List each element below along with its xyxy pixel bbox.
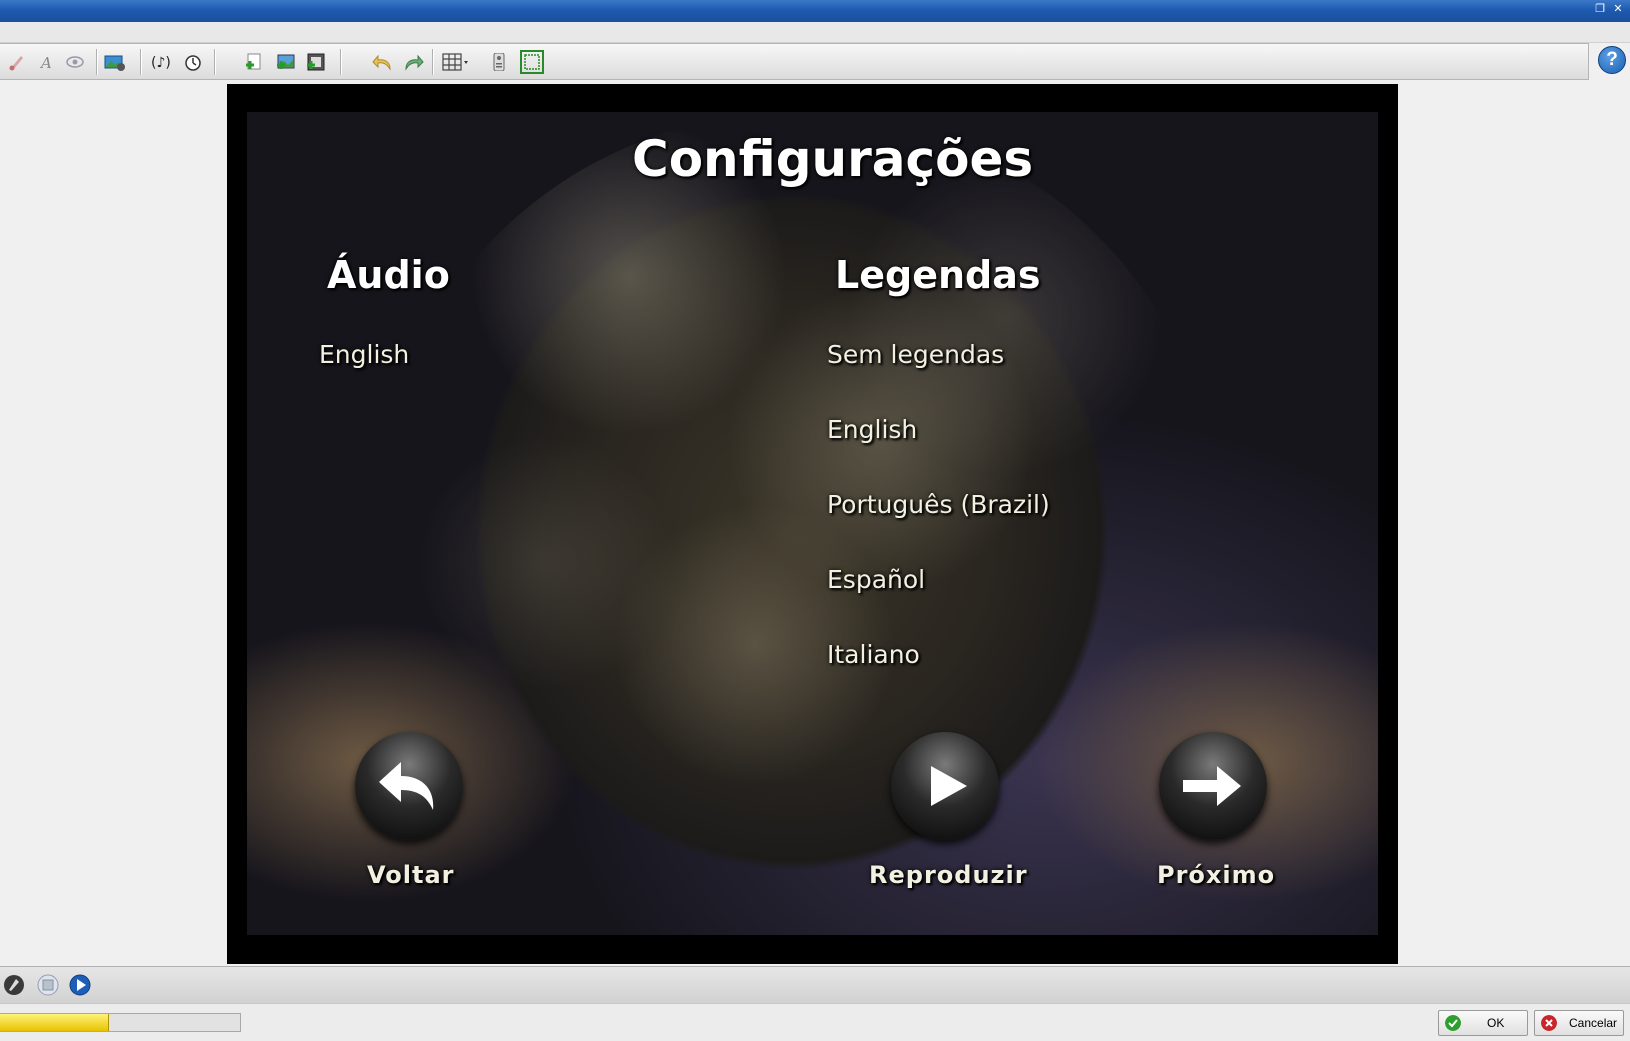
cancel-x-icon <box>1541 1015 1557 1031</box>
status-bar: OK Cancelar <box>0 1003 1630 1041</box>
playback-controls-bar <box>0 966 1630 1003</box>
check-icon <box>1445 1015 1461 1031</box>
add-image-icon[interactable] <box>275 53 297 71</box>
eye-icon[interactable] <box>66 53 84 71</box>
play-button[interactable] <box>891 732 999 840</box>
back-arrow-icon <box>379 762 434 810</box>
remote-icon[interactable] <box>492 53 506 71</box>
progress-bar <box>0 1013 241 1032</box>
menu-background-image: Configurações Áudio Legendas English Sem… <box>247 112 1378 935</box>
play-icon <box>931 766 967 806</box>
grid-icon[interactable] <box>442 53 470 71</box>
subtitle-option-italian[interactable]: Italiano <box>827 640 920 669</box>
play-button-label: Reproduzir <box>869 861 1028 889</box>
cancel-button[interactable]: Cancelar <box>1534 1010 1624 1036</box>
timer-icon[interactable] <box>182 53 204 71</box>
menu-strip <box>0 22 1630 43</box>
progress-fill <box>0 1014 109 1031</box>
subtitle-option-none[interactable]: Sem legendas <box>827 340 1004 369</box>
safe-area-icon[interactable] <box>520 50 544 74</box>
back-button[interactable] <box>355 732 463 840</box>
subtitle-option-english[interactable]: English <box>827 415 917 444</box>
ok-label: OK <box>1487 1016 1505 1030</box>
undo-icon[interactable] <box>372 53 394 71</box>
next-button-label: Próximo <box>1157 861 1276 889</box>
audio-option-english[interactable]: English <box>319 340 409 369</box>
audio-icon[interactable]: (♪) <box>150 53 174 71</box>
subtitles-heading: Legendas <box>835 253 1041 297</box>
play-preview-icon[interactable] <box>68 973 92 997</box>
menu-preview-canvas: Configurações Áudio Legendas English Sem… <box>227 84 1398 964</box>
subtitle-option-portuguese[interactable]: Português (Brazil) <box>827 490 1050 519</box>
earth-globe-image <box>377 112 1217 932</box>
help-button[interactable]: ? <box>1598 46 1626 74</box>
cancel-label: Cancelar <box>1569 1016 1618 1030</box>
window-title-bar: ❐ ✕ <box>0 0 1630 22</box>
menu-title: Configurações <box>632 130 1034 188</box>
subtitle-option-spanish[interactable]: Español <box>827 565 925 594</box>
svg-text:A: A <box>39 54 52 71</box>
redo-icon[interactable] <box>402 53 424 71</box>
add-page-icon[interactable] <box>244 53 266 71</box>
record-icon[interactable] <box>2 973 26 997</box>
image-settings-icon[interactable] <box>104 53 126 71</box>
svg-text:(♪): (♪) <box>151 55 171 71</box>
next-button[interactable] <box>1159 732 1267 840</box>
editor-toolbar: A (♪) <box>0 43 1589 80</box>
brush-icon[interactable] <box>8 53 26 71</box>
next-arrow-icon <box>1183 766 1241 806</box>
audio-heading: Áudio <box>327 253 450 297</box>
back-button-label: Voltar <box>367 861 455 889</box>
text-icon[interactable]: A <box>37 53 55 71</box>
restore-window-button[interactable]: ❐ <box>1594 3 1606 15</box>
add-film-icon[interactable] <box>305 53 327 71</box>
close-window-button[interactable]: ✕ <box>1612 3 1624 15</box>
ok-button[interactable]: OK <box>1438 1010 1528 1036</box>
stop-icon[interactable] <box>36 973 60 997</box>
